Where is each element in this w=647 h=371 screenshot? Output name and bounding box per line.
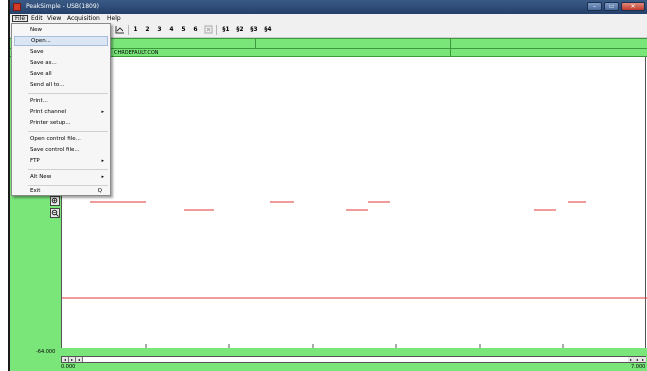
status-divider	[255, 39, 256, 48]
maximize-button[interactable]: ▭	[604, 2, 619, 11]
zoom-in-button[interactable]	[50, 196, 60, 206]
zoom-out-button[interactable]	[50, 208, 60, 218]
menu-item-save[interactable]: Save	[14, 47, 108, 57]
menu-acquisition[interactable]: Acquisition	[65, 15, 102, 22]
menu-item-printer-setup[interactable]: Printer setup...	[14, 118, 108, 128]
menu-edit[interactable]: Edit	[29, 15, 45, 22]
scroll-right-far-icon[interactable]: ▸	[640, 357, 646, 362]
menu-separator	[28, 169, 108, 170]
menu-file[interactable]: File	[12, 15, 29, 22]
minimize-button[interactable]: –	[587, 2, 602, 11]
menu-item-print[interactable]: Print...	[14, 96, 108, 106]
close-button[interactable]: ✕	[621, 2, 645, 11]
menu-separator	[28, 131, 108, 132]
submenu-arrow-icon: ▸	[101, 158, 104, 164]
y-axis-min-label: -64.000	[36, 349, 56, 355]
menu-bar: File Edit View Acquisition Help	[10, 14, 647, 23]
integration-icon[interactable]	[114, 25, 126, 35]
zoom-out-icon	[51, 209, 59, 217]
zoom-in-icon	[51, 197, 58, 204]
channel-group-1-button[interactable]: §1	[220, 25, 232, 35]
app-icon	[13, 3, 21, 11]
channel-6-button[interactable]: 6	[191, 25, 200, 35]
menu-help[interactable]: Help	[105, 15, 123, 22]
submenu-arrow-icon: ▸	[101, 174, 104, 180]
menu-item-open-control-file[interactable]: Open control file...	[14, 134, 108, 144]
menu-view[interactable]: View	[45, 15, 63, 22]
window-title: PeakSimple - USB(1809)	[26, 3, 99, 10]
control-file-name: CHRDEFAULT.CON	[114, 50, 159, 56]
channel-5-button[interactable]: 5	[179, 25, 188, 35]
status-divider	[450, 49, 451, 57]
menu-item-save-as[interactable]: Save as...	[14, 58, 108, 68]
menu-item-exit[interactable]: Exit	[14, 186, 108, 196]
channel-group-3-button[interactable]: §3	[248, 25, 260, 35]
status-divider	[450, 39, 451, 48]
scroll-left-small-icon[interactable]: ◂	[76, 357, 83, 362]
scroll-right-icon[interactable]: ▸	[69, 357, 76, 362]
title-bar: PeakSimple - USB(1809) – ▭ ✕	[10, 0, 647, 14]
channel-group-4-button[interactable]: §4	[262, 25, 274, 35]
file-menu-dropdown: New Open... Save Save as... Save all Sen…	[11, 23, 111, 196]
menu-item-ftp[interactable]: FTP	[14, 156, 108, 166]
menu-item-save-control-file[interactable]: Save control file...	[14, 145, 108, 155]
x-axis-min-label: 0.000	[61, 364, 76, 370]
horizontal-scrollbar[interactable]: ◂ ▸ ◂ ▸ ◂ ▸	[61, 356, 646, 363]
menu-item-save-all[interactable]: Save all	[14, 69, 108, 79]
x-axis-max-label: 7.000	[631, 364, 646, 370]
exit-shortcut: Q	[97, 188, 102, 194]
menu-item-open[interactable]: Open...	[14, 36, 108, 46]
menu-separator	[28, 93, 108, 94]
channel-4-button[interactable]: 4	[167, 25, 176, 35]
channel-group-2-button[interactable]: §2	[234, 25, 246, 35]
menu-item-send-all[interactable]: Send all to...	[14, 80, 108, 90]
channel-2-button[interactable]: 2	[143, 25, 152, 35]
submenu-arrow-icon: ▸	[101, 109, 104, 115]
channel-1-button[interactable]: 1	[131, 25, 140, 35]
toolbar-separator	[128, 25, 129, 35]
toolbar-separator	[216, 25, 217, 35]
zoom-icon[interactable]	[203, 25, 214, 35]
menu-item-new[interactable]: New	[14, 25, 108, 35]
channel-3-button[interactable]: 3	[155, 25, 164, 35]
menu-item-alt-new[interactable]: Alt New	[14, 172, 108, 182]
chromatogram-plot[interactable]	[61, 57, 647, 348]
menu-item-print-channel[interactable]: Print channel	[14, 107, 108, 117]
scroll-left-icon[interactable]: ◂	[62, 357, 69, 362]
